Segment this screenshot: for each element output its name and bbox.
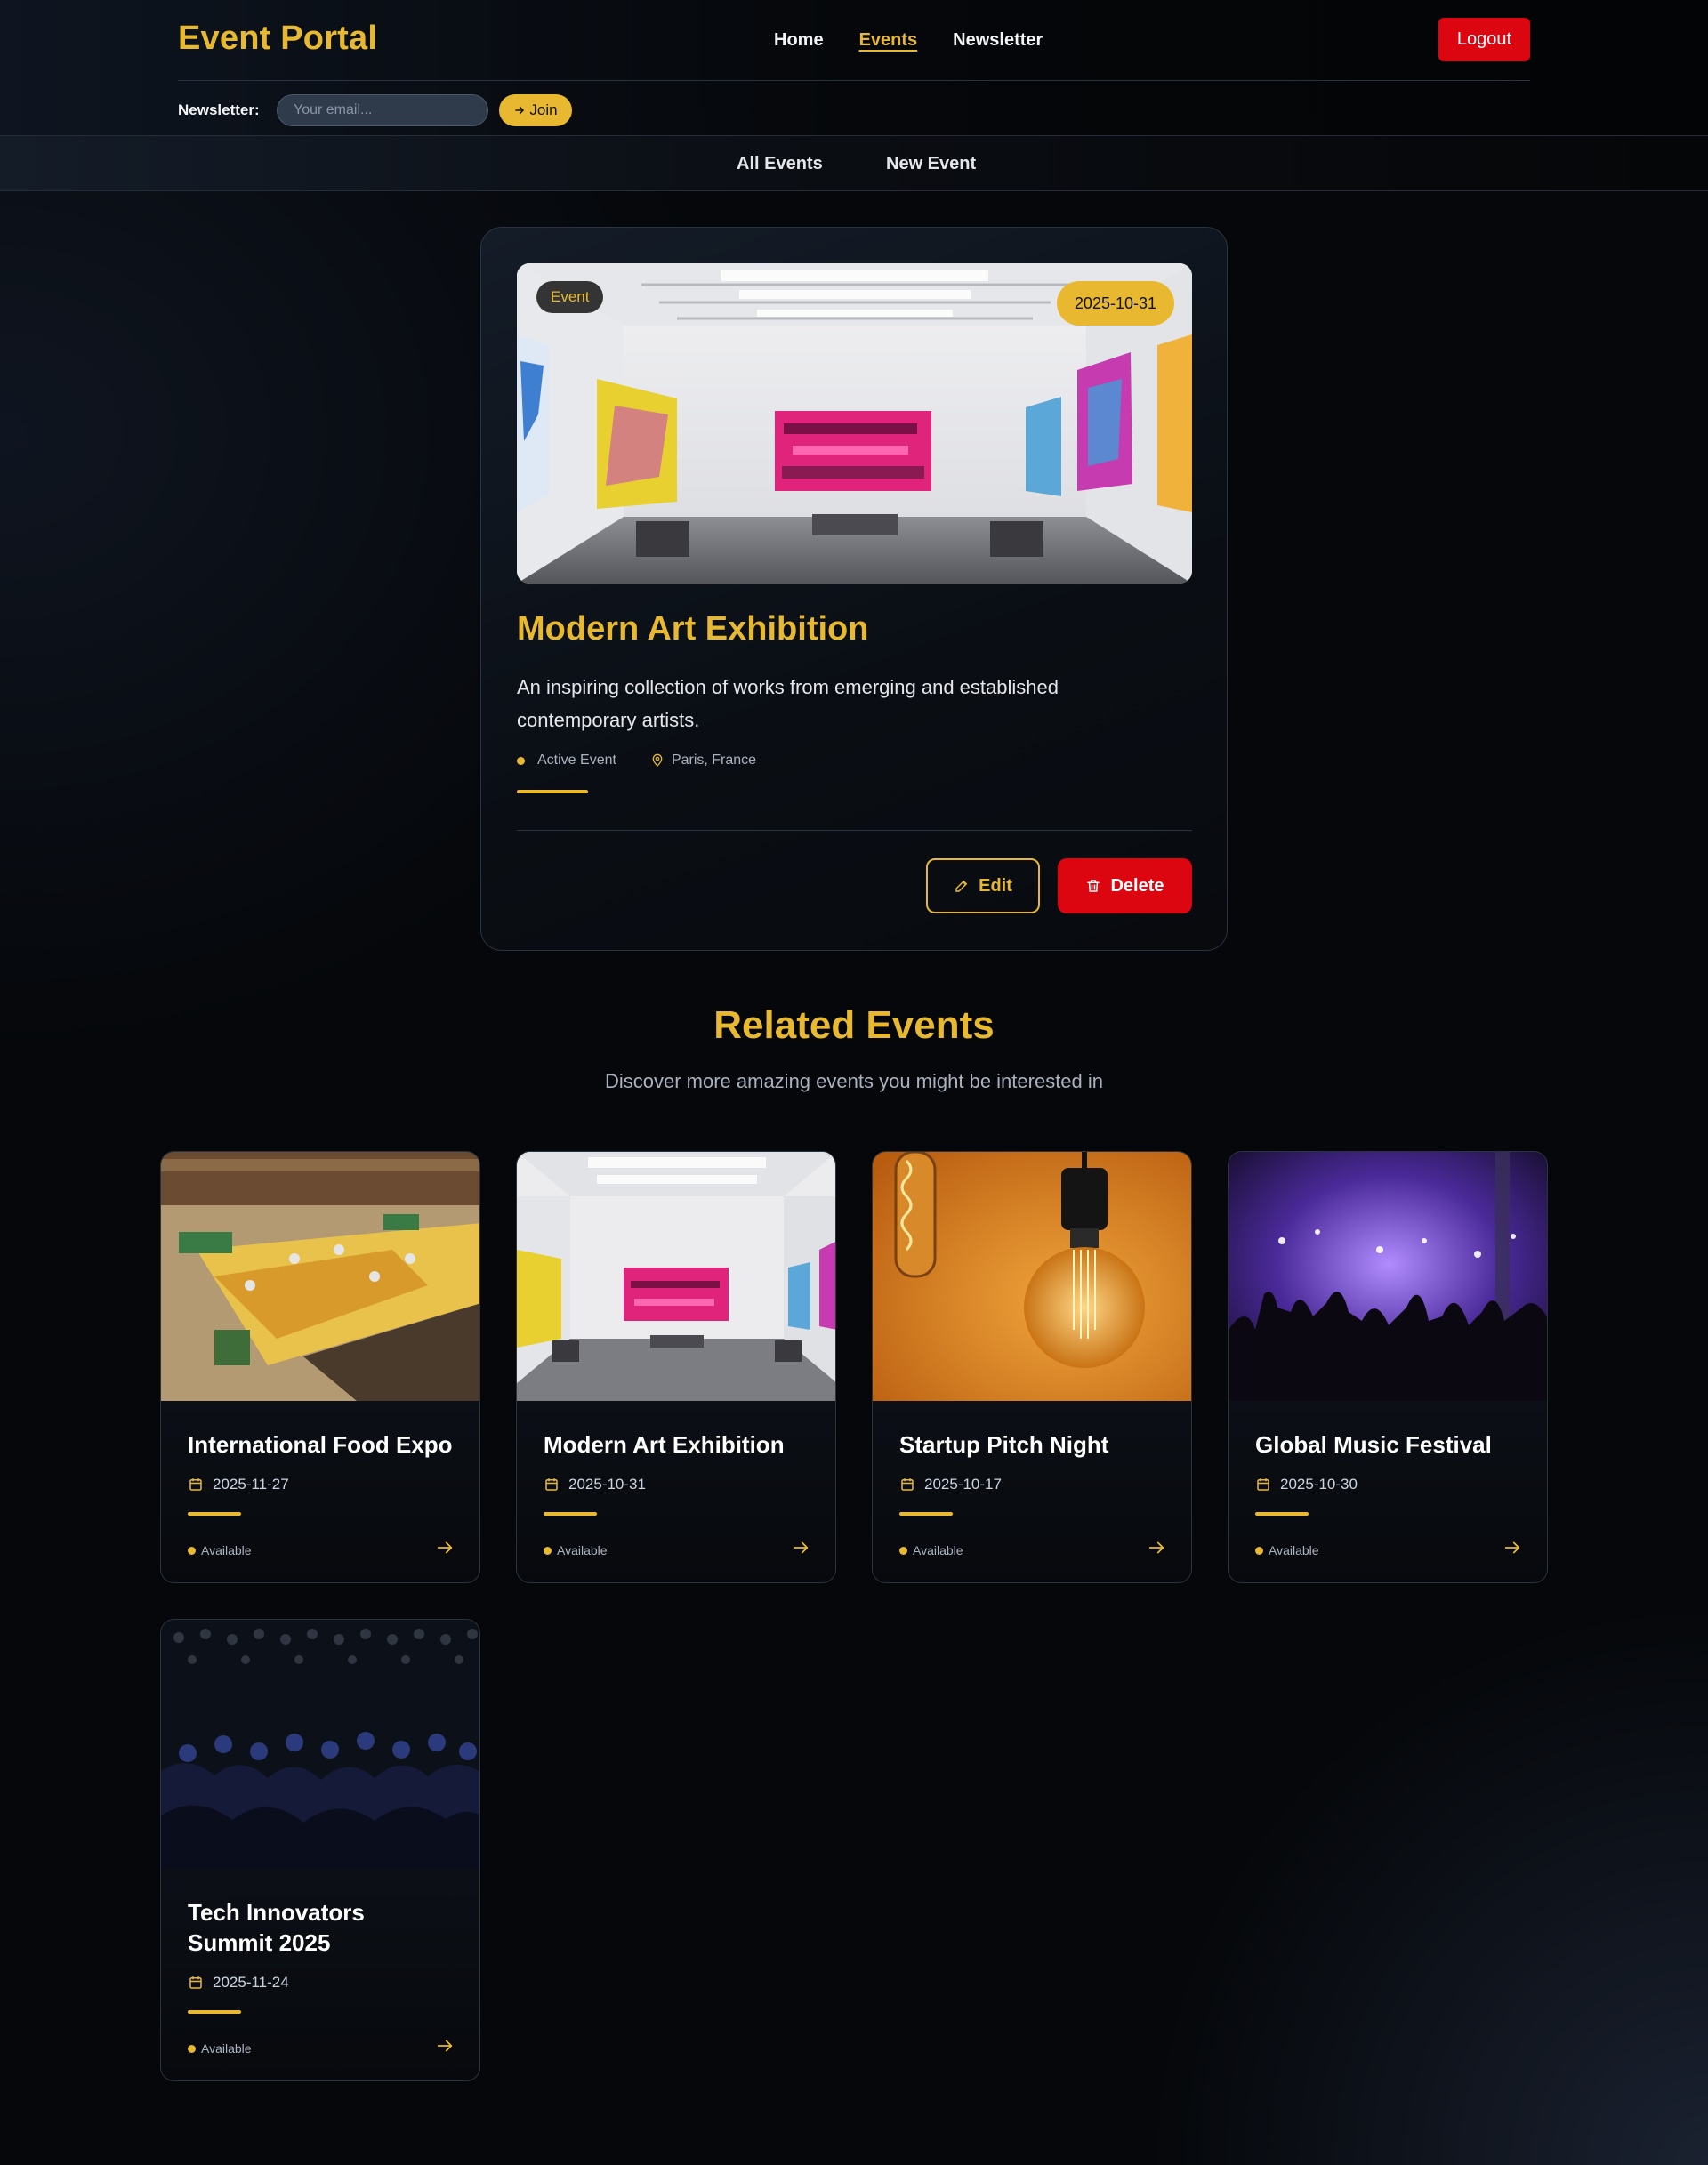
- related-event-card[interactable]: Modern Art Exhibition 2025-10-31 Availab…: [516, 1151, 836, 1583]
- calendar-icon: [899, 1477, 915, 1493]
- status-dot-icon: [188, 1546, 196, 1555]
- related-events-subtitle: Discover more amazing events you might b…: [604, 1070, 1104, 1092]
- related-event-title: Global Music Festival: [1255, 1431, 1492, 1458]
- related-event-date-text: 2025-10-30: [1280, 1476, 1358, 1493]
- related-accent-bar: [188, 1512, 241, 1516]
- related-event-title: Tech Innovators Summit 2025: [188, 1899, 365, 1956]
- related-event-status: Available: [1255, 1543, 1319, 1557]
- sub-navigation: All Events New Event: [0, 135, 1708, 191]
- related-event-date: 2025-10-17: [899, 1476, 1002, 1493]
- concert-crowd-image: [1229, 1152, 1547, 1401]
- event-hero-image: Event 2025-10-31: [517, 263, 1192, 584]
- related-event-title: Startup Pitch Night: [899, 1431, 1109, 1458]
- related-events-heading: Related Events: [713, 1003, 995, 1047]
- related-event-status-text: Available: [913, 1543, 963, 1557]
- header-divider: [178, 80, 1530, 81]
- related-event-date: 2025-10-31: [544, 1476, 646, 1493]
- join-label: Join: [529, 101, 558, 118]
- related-event-card[interactable]: Startup Pitch Night 2025-10-17 Available: [872, 1151, 1192, 1583]
- event-title: Modern Art Exhibition: [517, 610, 869, 648]
- related-event-status: Available: [188, 1543, 252, 1557]
- related-event-title: International Food Expo: [188, 1431, 453, 1458]
- edit-button[interactable]: Edit: [926, 858, 1040, 913]
- related-event-date-text: 2025-10-31: [568, 1476, 646, 1493]
- arrow-right-icon[interactable]: [435, 2036, 455, 2056]
- arrow-right-icon[interactable]: [1503, 1538, 1522, 1557]
- related-event-date: 2025-11-24: [188, 1974, 289, 1992]
- related-event-date-text: 2025-11-27: [213, 1476, 289, 1493]
- related-event-date: 2025-10-30: [1255, 1476, 1358, 1493]
- conference-audience-image: [161, 1620, 479, 1869]
- related-event-status-text: Available: [201, 1543, 252, 1557]
- arrow-right-icon[interactable]: [791, 1538, 810, 1557]
- calendar-icon: [188, 1477, 204, 1493]
- newsletter-join-button[interactable]: Join: [499, 94, 572, 126]
- arrow-right-icon[interactable]: [1147, 1538, 1166, 1557]
- related-event-date-text: 2025-11-24: [213, 1974, 289, 1991]
- calendar-icon: [544, 1477, 560, 1493]
- related-accent-bar: [899, 1512, 953, 1516]
- related-event-date: 2025-11-27: [188, 1476, 289, 1493]
- event-status: Active Event: [537, 753, 616, 768]
- status-dot-icon: [899, 1546, 907, 1555]
- card-divider: [517, 830, 1192, 831]
- related-event-title: Modern Art Exhibition: [544, 1431, 785, 1458]
- status-dot-icon: [517, 756, 525, 765]
- title-accent-bar: [517, 790, 588, 793]
- delete-button[interactable]: Delete: [1058, 858, 1192, 913]
- nav-home[interactable]: Home: [774, 30, 824, 51]
- related-accent-bar: [1255, 1512, 1309, 1516]
- status-dot-icon: [544, 1546, 552, 1555]
- subnav-new-event[interactable]: New Event: [886, 154, 976, 174]
- nav-events[interactable]: Events: [859, 30, 918, 51]
- newsletter-email-input[interactable]: [277, 94, 488, 126]
- related-event-card[interactable]: Tech Innovators Summit 2025 2025-11-24 A…: [160, 1619, 480, 2081]
- light-bulb-image: [873, 1152, 1191, 1401]
- top-header: Event Portal Home Events Newsletter Logo…: [0, 0, 1708, 135]
- trash-icon: [1085, 878, 1101, 894]
- related-event-status: Available: [544, 1543, 608, 1557]
- related-event-card[interactable]: Global Music Festival 2025-10-30 Availab…: [1228, 1151, 1548, 1583]
- event-location: Paris, France: [671, 753, 757, 768]
- event-date-badge: 2025-10-31: [1056, 281, 1174, 326]
- subnav-all-events[interactable]: All Events: [737, 154, 823, 174]
- related-event-status-text: Available: [201, 2041, 252, 2056]
- food-market-image: [161, 1152, 479, 1401]
- related-event-status-text: Available: [557, 1543, 608, 1557]
- event-description: An inspiring collection of works from em…: [517, 676, 1059, 731]
- event-detail-card: Event 2025-10-31 Modern Art Exhibition A…: [480, 227, 1228, 951]
- related-event-date-text: 2025-10-17: [924, 1476, 1002, 1493]
- logout-button[interactable]: Logout: [1438, 18, 1530, 61]
- nav-newsletter[interactable]: Newsletter: [953, 30, 1043, 51]
- status-dot-icon: [188, 2044, 196, 2053]
- map-pin-icon: [650, 753, 665, 768]
- related-event-status: Available: [899, 1543, 963, 1557]
- calendar-icon: [188, 1975, 204, 1991]
- related-event-card[interactable]: International Food Expo 2025-11-27 Avail…: [160, 1151, 480, 1583]
- arrow-right-icon: [513, 104, 526, 117]
- related-event-status: Available: [188, 2041, 252, 2056]
- related-event-status-text: Available: [1269, 1543, 1319, 1557]
- delete-label: Delete: [1110, 875, 1164, 896]
- event-meta: Active Event Paris, France: [517, 753, 756, 769]
- calendar-icon: [1255, 1477, 1271, 1493]
- related-accent-bar: [188, 2010, 241, 2014]
- brand-logo[interactable]: Event Portal: [178, 20, 377, 58]
- edit-icon: [954, 878, 970, 894]
- event-type-badge: Event: [536, 281, 604, 313]
- art-gallery-image: [517, 1152, 835, 1401]
- newsletter-label: Newsletter:: [178, 101, 260, 118]
- main-nav: Home Events Newsletter: [774, 30, 1043, 51]
- arrow-right-icon[interactable]: [435, 1538, 455, 1557]
- status-dot-icon: [1255, 1546, 1263, 1555]
- related-accent-bar: [544, 1512, 597, 1516]
- edit-label: Edit: [979, 875, 1012, 896]
